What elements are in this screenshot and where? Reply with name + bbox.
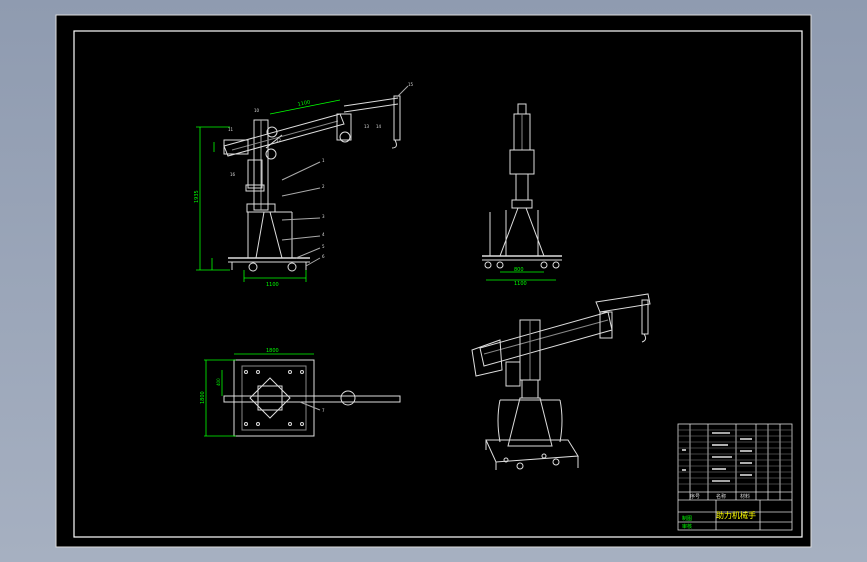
- dim-side-outer: 1100: [514, 281, 527, 287]
- bom-header-label: 材料: [740, 493, 750, 500]
- part-label: 12: [276, 138, 282, 143]
- part-label: 13: [364, 124, 370, 129]
- bom-header-label: 名称: [716, 493, 726, 500]
- dim-base-front: 1100: [266, 282, 279, 288]
- part-label: 10: [254, 108, 260, 113]
- part-label: 14: [376, 124, 382, 129]
- bom-header-label: 序号: [690, 493, 700, 500]
- part-label: 11: [228, 127, 234, 132]
- dim-top-depth: 1800: [200, 391, 206, 404]
- drawing-canvas: 1935 1100 1100 10 11 12 13 14 15 16 1 2 …: [55, 14, 812, 548]
- dim-small-left: 400: [216, 378, 221, 386]
- drawing-sheet: [55, 14, 812, 548]
- part-label: 15: [408, 82, 414, 87]
- part-label: 16: [230, 172, 236, 177]
- dim-side-inner: 800: [514, 267, 524, 273]
- title-block-label: 审核: [682, 523, 692, 530]
- title-block-label: 制图: [682, 515, 692, 522]
- drawing-title: 助力机械手: [716, 510, 756, 520]
- dim-height-total: 1935: [194, 190, 200, 203]
- cad-viewport: 1935 1100 1100 10 11 12 13 14 15 16 1 2 …: [0, 0, 867, 562]
- dim-top-width: 1800: [266, 348, 279, 354]
